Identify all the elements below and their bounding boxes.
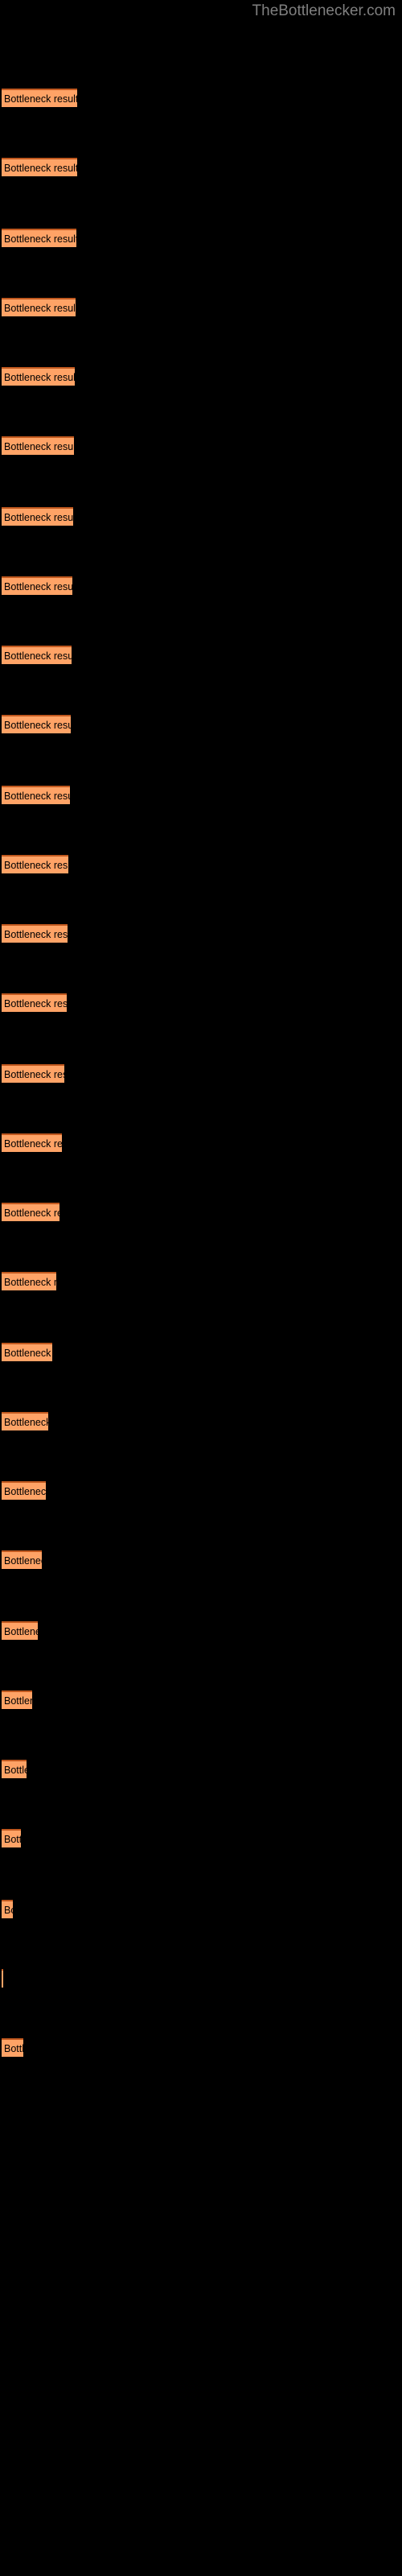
bar-label: Bottleneck result <box>4 372 75 383</box>
bar[interactable]: Bottleneck result <box>2 298 76 316</box>
bar-label: Bottleneck result <box>4 441 74 452</box>
bar-label: Bottleneck result <box>4 303 76 314</box>
bar-label: Bottleneck result <box>4 1555 42 1567</box>
bar-label: Bottleneck result <box>4 1765 27 1776</box>
bar[interactable]: Bottleneck result <box>2 1969 3 1988</box>
bar-label: Bottleneck result <box>4 791 70 802</box>
bar[interactable]: Bottleneck result <box>2 1690 32 1709</box>
bar[interactable]: Bottleneck result <box>2 646 72 664</box>
bar-label: Bottleneck result <box>4 720 71 731</box>
bar[interactable]: Bottleneck result <box>2 715 71 733</box>
bar[interactable]: Bottleneck result <box>2 1550 42 1569</box>
bar[interactable]: Bottleneck result <box>2 158 77 176</box>
bar[interactable]: Bottleneck result <box>2 1829 21 1847</box>
bar-label: Bottleneck result <box>4 1834 21 1845</box>
bar-label: Bottleneck result <box>4 1277 56 1288</box>
bar[interactable]: Bottleneck result <box>2 1133 62 1152</box>
page-title: TheBottlenecker.com <box>252 2 396 19</box>
bar-label: Bottleneck result <box>4 998 67 1009</box>
bar[interactable]: Bottleneck result <box>2 1203 59 1221</box>
bar-label: Bottleneck result <box>4 233 76 245</box>
bar[interactable]: Bottleneck result <box>2 436 74 455</box>
bar-label: Bottleneck result <box>4 1486 46 1497</box>
bar[interactable]: Bottleneck result <box>2 229 76 247</box>
bar[interactable]: Bottleneck result <box>2 1412 48 1430</box>
bar[interactable]: Bottleneck result <box>2 1343 52 1361</box>
bar-label: Bottleneck result <box>4 860 68 871</box>
bar[interactable]: Bottleneck result <box>2 2038 23 2057</box>
bar-label: Bottleneck result <box>4 1417 48 1428</box>
bar-label: Bottleneck result <box>4 2043 23 2054</box>
bar-label: Bottleneck result <box>4 1695 32 1707</box>
bar[interactable]: Bottleneck result <box>2 1621 38 1640</box>
bar[interactable]: Bottleneck result <box>2 1481 46 1500</box>
bar-label: Bottleneck result <box>4 1208 59 1219</box>
bar-label: Bottleneck result <box>4 1348 52 1359</box>
bar-label: Bottleneck result <box>4 1626 38 1637</box>
bar[interactable]: Bottleneck result <box>2 576 72 595</box>
bar-label: Bottleneck result <box>4 650 72 662</box>
bar-label: Bottleneck result <box>4 929 68 940</box>
bar-label: Bottleneck result <box>4 93 77 105</box>
bar[interactable]: Bottleneck result <box>2 367 75 386</box>
bar[interactable]: Bottleneck result <box>2 993 67 1012</box>
bar-label: Bottleneck result <box>4 512 73 523</box>
bar-label: Bottleneck result <box>4 1905 13 1916</box>
bar[interactable]: Bottleneck result <box>2 786 70 804</box>
bar[interactable]: Bottleneck result <box>2 855 68 873</box>
bar[interactable]: Bottleneck result <box>2 507 73 526</box>
bar[interactable]: Bottleneck result <box>2 924 68 943</box>
bar[interactable]: Bottleneck result <box>2 1900 13 1918</box>
bar-label: Bottleneck result <box>4 1138 62 1150</box>
bar[interactable]: Bottleneck result <box>2 1064 64 1083</box>
bar-label: Bottleneck result <box>4 1069 64 1080</box>
bar[interactable]: Bottleneck result <box>2 1760 27 1778</box>
bar[interactable]: Bottleneck result <box>2 1272 56 1290</box>
chart-canvas: TheBottlenecker.com Bottleneck result Bot… <box>0 0 402 2576</box>
bar-label: Bottleneck result <box>4 163 77 174</box>
bar[interactable]: Bottleneck result <box>2 89 77 107</box>
bar-label: Bottleneck result <box>4 581 72 592</box>
